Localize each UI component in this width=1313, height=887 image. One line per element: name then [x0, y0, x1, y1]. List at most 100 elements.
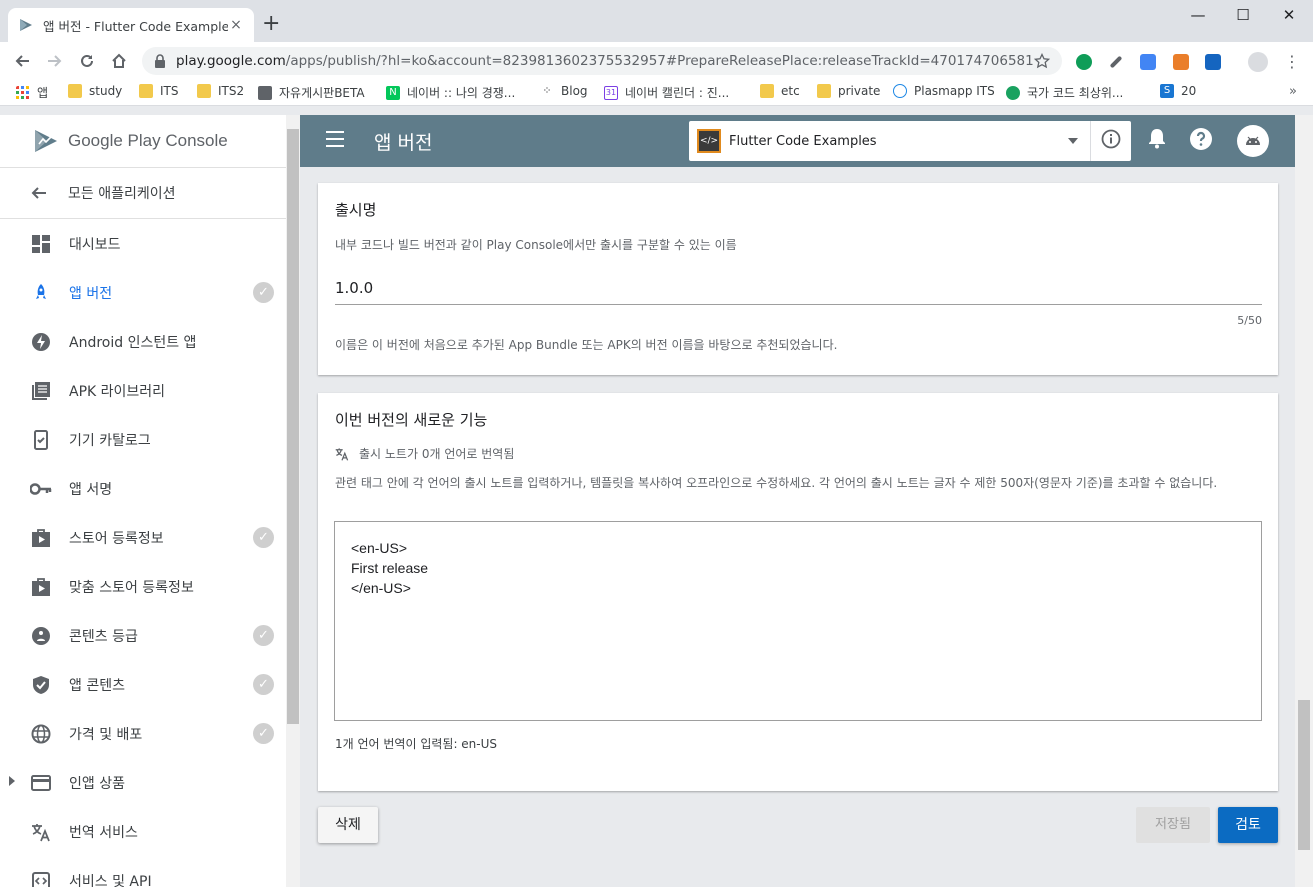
ex-extension-icon[interactable] — [1173, 54, 1189, 70]
info-icon[interactable] — [1091, 129, 1131, 153]
delete-button[interactable]: 삭제 — [318, 807, 378, 843]
bookmarks-overflow-icon[interactable]: » — [1289, 84, 1297, 99]
release-notes-textarea[interactable]: <en-US> First release </en-US> — [334, 521, 1262, 721]
close-window-button[interactable]: ✕ — [1279, 6, 1299, 24]
device-check-icon — [30, 429, 52, 451]
sidebar-item-services-api[interactable]: 서비스 및 API — [0, 856, 299, 887]
bookmark-star-icon[interactable] — [1034, 53, 1050, 69]
profile-icon[interactable] — [1248, 52, 1268, 72]
translation-status-row: 출시 노트가 0개 언어로 번역됨 — [335, 445, 514, 462]
all-apps-link[interactable]: 모든 애플리케이션 — [0, 167, 299, 219]
calendar-icon: 31 — [604, 85, 618, 100]
bookmark-20[interactable]: S 20 — [1160, 84, 1196, 98]
translate-icon — [335, 447, 349, 461]
tab-close-icon[interactable]: × — [228, 17, 244, 33]
content-rating-icon — [30, 625, 52, 647]
translate-extension-icon[interactable] — [1140, 54, 1156, 70]
help-icon[interactable] — [1187, 127, 1215, 155]
library-icon — [30, 380, 52, 402]
lock-icon — [155, 54, 165, 68]
minimize-button[interactable]: — — [1188, 6, 1208, 24]
bookmark-etc[interactable]: etc — [760, 84, 800, 98]
store-bag-icon — [30, 527, 52, 549]
expand-caret-icon[interactable] — [9, 776, 15, 786]
sidebar: Google Play Console 모든 애플리케이션 대시보드 앱 버전 … — [0, 115, 300, 887]
main-content: 출시명 내부 코드나 빌드 버전과 같이 Play Console에서만 출시를… — [300, 167, 1313, 887]
sidebar-item-translation-service[interactable]: 번역 서비스 — [0, 807, 299, 856]
bookmark-blog[interactable]: ⁘ Blog — [540, 84, 588, 98]
video-extension-icon[interactable] — [1205, 54, 1221, 70]
plasmapp-icon — [893, 84, 907, 98]
notification-bell-icon[interactable] — [1143, 127, 1171, 155]
forward-arrow-icon[interactable] — [47, 53, 63, 69]
release-name-card: 출시명 내부 코드나 빌드 버전과 같이 Play Console에서만 출시를… — [318, 183, 1278, 375]
bookmark-private[interactable]: private — [817, 84, 880, 98]
app-selector[interactable]: </> Flutter Code Examples — [689, 121, 1131, 161]
translation-status: 출시 노트가 0개 언어로 번역됨 — [359, 447, 515, 461]
rocket-icon — [30, 282, 52, 304]
sidebar-scrollbar-thumb[interactable] — [287, 129, 299, 724]
sidebar-item-app-content[interactable]: 앱 콘텐츠 ✓ — [0, 660, 299, 709]
bookmark-country-code[interactable]: 국가 코드 최상위... — [1006, 84, 1123, 101]
bookmark-naver[interactable]: N 네이버 :: 나의 경쟁... — [386, 84, 515, 101]
hamburger-menu-icon[interactable] — [326, 131, 344, 152]
s-icon: S — [1160, 84, 1174, 98]
naver-icon: N — [386, 85, 400, 100]
release-notes-title: 이번 버전의 새로운 기능 — [335, 411, 488, 429]
sidebar-item-app-releases[interactable]: 앱 버전 ✓ — [0, 268, 299, 317]
account-avatar-icon[interactable] — [1236, 124, 1270, 158]
address-bar[interactable]: play.google.com/apps/publish/?hl=ko&acco… — [142, 47, 1062, 75]
sidebar-item-content-rating[interactable]: 콘텐츠 등급 ✓ — [0, 611, 299, 660]
home-icon[interactable] — [110, 52, 128, 70]
browser-menu-icon[interactable]: ⋮ — [1284, 52, 1300, 71]
sidebar-item-apk-library[interactable]: APK 라이브러리 — [0, 366, 299, 415]
main-scrollbar[interactable] — [1295, 115, 1313, 887]
sidebar-item-custom-store-listing[interactable]: 맞춤 스토어 등록정보 — [0, 562, 299, 611]
sidebar-item-instant-apps[interactable]: Android 인스턴트 앱 — [0, 317, 299, 366]
blog-icon: ⁘ — [540, 84, 554, 98]
browser-tab[interactable]: 앱 버전 - Flutter Code Examples × — [8, 8, 254, 42]
sidebar-item-pricing-distribution[interactable]: 가격 및 배포 ✓ — [0, 709, 299, 758]
lightning-icon — [30, 331, 52, 353]
brand-logo[interactable]: Google Play Console — [0, 115, 299, 167]
release-name-input[interactable]: 1.0.0 — [335, 279, 373, 297]
extension-icon-green[interactable] — [1076, 54, 1092, 70]
notes-line: <en-US> — [351, 540, 408, 556]
languages-entered-status: 1개 언어 번역이 입력됨: en-US — [335, 737, 498, 751]
eyedropper-icon[interactable] — [1109, 55, 1123, 69]
bookmark-calendar[interactable]: 31 네이버 캘린더 : 진... — [604, 84, 729, 101]
main-scrollbar-thumb[interactable] — [1298, 700, 1310, 850]
store-bag-icon — [30, 576, 52, 598]
bookmark-its2[interactable]: ITS2 — [197, 84, 244, 98]
sidebar-item-app-signing[interactable]: 앱 서명 — [0, 464, 299, 513]
translate-icon — [30, 821, 52, 843]
completed-check-icon: ✓ — [253, 625, 274, 646]
release-notes-hint: 관련 태그 안에 각 언어의 출시 노트를 입력하거나, 템플릿을 복사하여 오… — [335, 476, 1218, 490]
completed-check-icon: ✓ — [253, 723, 274, 744]
dropdown-arrow-icon[interactable] — [1068, 138, 1078, 144]
all-apps-label: 모든 애플리케이션 — [68, 186, 176, 202]
bookmark-plasmapp[interactable]: Plasmapp ITS — [893, 84, 995, 98]
code-icon — [30, 870, 52, 887]
sidebar-item-in-app-products[interactable]: 인앱 상품 — [0, 758, 299, 807]
release-notes-card: 이번 버전의 새로운 기능 출시 노트가 0개 언어로 번역됨 관련 태그 안에… — [318, 393, 1278, 791]
sidebar-item-store-listing[interactable]: 스토어 등록정보 ✓ — [0, 513, 299, 562]
bookmark-apps[interactable]: 앱 — [16, 84, 48, 101]
tab-title: 앱 버전 - Flutter Code Examples — [43, 18, 228, 34]
folder-icon — [817, 84, 831, 98]
bookmark-board[interactable]: 자유게시판BETA — [258, 84, 365, 101]
new-tab-button[interactable]: + — [262, 13, 280, 35]
saved-button[interactable]: 저장됨 — [1136, 807, 1210, 843]
sidebar-item-device-catalog[interactable]: 기기 카탈로그 — [0, 415, 299, 464]
sidebar-scrollbar[interactable] — [286, 115, 300, 887]
dashboard-icon — [30, 233, 52, 255]
char-counter: 5/50 — [1237, 314, 1262, 327]
sidebar-item-dashboard[interactable]: 대시보드 — [0, 219, 299, 268]
review-button[interactable]: 검토 — [1218, 807, 1278, 843]
back-arrow-icon[interactable] — [14, 53, 30, 69]
maximize-button[interactable]: ☐ — [1233, 6, 1253, 24]
folder-icon — [197, 84, 211, 98]
bookmark-its[interactable]: ITS — [139, 84, 179, 98]
bookmark-study[interactable]: study — [68, 84, 122, 98]
reload-icon[interactable] — [79, 53, 95, 69]
